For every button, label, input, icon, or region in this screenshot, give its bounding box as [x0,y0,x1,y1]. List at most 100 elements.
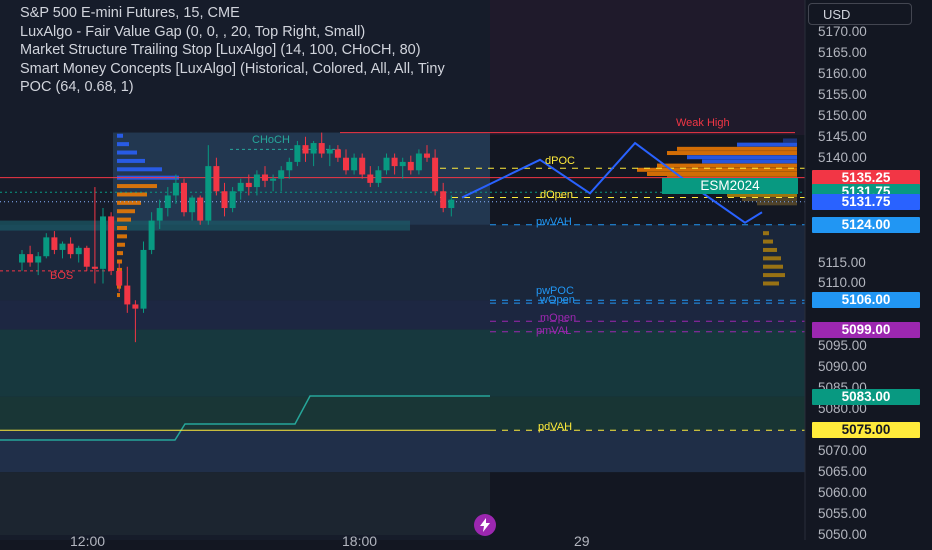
level-label: mOpen [540,312,577,325]
level-label: BOS [50,270,74,283]
candle-body [91,266,98,269]
candle-body [286,161,293,171]
price-tag: 5106.00 [812,292,920,309]
indicator-poc[interactable]: POC (64, 0.68, 1) [20,78,800,97]
candle-body [108,216,115,271]
volume-profile-right-bar [667,151,797,156]
candle-body [262,174,268,181]
chart-header: S&P 500 E-mini Futures, 15, CME LuxAlgo … [20,4,800,97]
candle-body [148,220,155,250]
level-label: Weak High [676,117,730,130]
time-axis-bg [0,540,932,550]
price-tag: 5131.75 [812,193,920,210]
price-tick-label: 5165.00 [818,44,867,60]
level-label: CHoCH [252,134,290,147]
candle-body [164,195,171,209]
candle-body [424,153,430,158]
candle-body [67,243,74,255]
candle-body [448,199,455,209]
candle-body [43,237,50,257]
level-label: pmVAL [536,324,572,337]
candle-body [343,157,349,171]
volume-profile-bar [117,242,125,247]
candle-body [197,197,204,221]
candle-body [432,157,439,192]
candle-body [294,145,301,162]
candle-body [351,157,358,171]
candle-body [124,285,131,305]
indicator-trailing-stop[interactable]: Market Structure Trailing Stop [LuxAlgo]… [20,41,800,60]
candle-body [35,256,42,263]
volume-profile-bar [117,293,120,298]
candle-body [326,149,333,154]
candle-body [205,166,212,221]
price-tag: 5099.00 [812,321,920,338]
price-tick-label: 5060.00 [818,485,867,501]
value-area-zone-3 [0,329,805,397]
currency-button[interactable]: USD [808,3,912,25]
volume-profile-bar [117,142,129,147]
value-area-zone-4 [0,396,805,431]
volume-profile-right-bar [763,231,769,236]
candle-body [140,249,147,309]
candle-body [359,157,366,175]
candle-body [132,304,139,309]
volume-profile-bar [117,225,127,230]
price-tick-label: 5050.00 [818,527,867,542]
price-tag: 5075.00 [812,422,920,439]
value-area-zone-2 [0,300,805,330]
price-tick-label: 5115.00 [818,254,866,270]
candle-body [440,191,447,209]
candle-body [383,157,390,171]
time-tick-label: 18:00 [342,533,378,549]
volume-profile-bar [117,234,127,239]
indicator-smc[interactable]: Smart Money Concepts [LuxAlgo] (Historic… [20,60,800,79]
price-tag: 5135.25 [812,169,920,186]
candle-body [415,153,422,171]
candle-body [399,161,406,167]
candle-body [100,216,106,269]
value-area-zone-5 [0,430,805,473]
volume-profile-right-bar [763,247,777,252]
volume-profile-right-bar [677,146,797,151]
price-tick-label: 5095.00 [818,338,867,354]
candle-body [270,178,277,181]
candle-body [181,182,187,213]
candle-body [318,143,325,154]
candle-body [229,191,236,209]
candle-body [367,174,374,183]
price-tick-label: 5155.00 [818,86,867,102]
volume-profile-bar [117,192,147,197]
candle-body [19,254,25,263]
price-tick-label: 5150.00 [818,107,867,123]
volume-profile-right-bar [657,163,797,168]
candle-body [116,270,123,286]
volume-profile-bar [117,217,131,222]
time-tick-label: 29 [574,533,590,549]
volume-profile-right-bar [783,138,797,143]
candle-body [253,174,260,188]
volume-profile-right-bar [687,155,797,160]
candle-body [156,208,163,221]
candle-body [189,197,196,213]
candle-body [59,243,66,250]
volume-profile-bar [117,150,137,155]
candle-body [172,182,179,196]
volume-profile-right-bar [763,281,779,286]
volume-profile-bar [117,167,162,172]
level-label: dOpen [540,188,574,201]
price-tick-label: 5140.00 [818,149,867,165]
price-tick-label: 5065.00 [818,464,867,480]
candle-body [302,145,309,154]
lightning-icon[interactable] [474,514,496,536]
symbol-tag: ESM2024 [662,178,798,194]
volume-profile-bar [117,184,157,189]
volume-profile-right-bar [763,256,781,261]
indicator-fvg[interactable]: LuxAlgo - Fair Value Gap (0, 0, , 20, To… [20,23,800,42]
order-block [0,220,410,231]
candle-body [245,182,252,188]
candle-body [278,170,285,179]
candle-body [237,182,244,192]
symbol-title[interactable]: S&P 500 E-mini Futures, 15, CME [20,4,800,23]
level-label: pwVAH [536,215,572,228]
